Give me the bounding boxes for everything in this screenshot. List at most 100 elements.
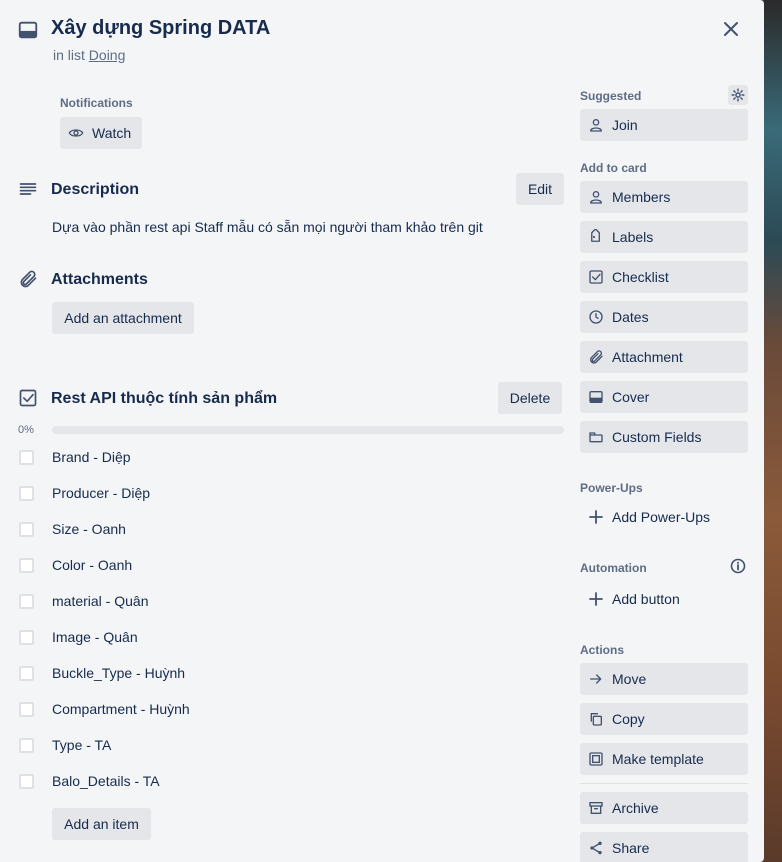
checklist-item-label[interactable]: Color - Oanh	[52, 557, 132, 573]
tag-icon	[588, 229, 604, 245]
archive-label: Archive	[612, 800, 659, 816]
checklist-item[interactable]: Compartment - Huỳnh	[0, 692, 560, 728]
in-list-text: in list Doing	[53, 47, 125, 63]
join-label: Join	[612, 117, 638, 133]
add-item-button[interactable]: Add an item	[52, 808, 151, 840]
card-title[interactable]: Xây dựng Spring DATA	[51, 17, 270, 40]
checklist-icon	[16, 386, 40, 410]
gear-icon[interactable]	[728, 85, 748, 105]
copy-label: Copy	[612, 711, 645, 727]
share-label: Share	[612, 840, 650, 856]
description-text[interactable]: Dựa vào phần rest api Staff mẫu có sẵn m…	[52, 219, 483, 235]
cover-label: Cover	[612, 389, 650, 405]
move-button[interactable]: Move	[580, 663, 748, 695]
archive-icon	[588, 800, 604, 816]
list-link[interactable]: Doing	[89, 47, 126, 63]
checklist-progress-bar	[52, 426, 564, 434]
members-button[interactable]: Members	[580, 181, 748, 213]
add-button-label: Add button	[612, 591, 680, 607]
info-icon[interactable]	[729, 557, 747, 575]
add-powerups-label: Add Power-Ups	[612, 509, 711, 525]
checklist-item-checkbox[interactable]	[19, 738, 34, 753]
checklist-item[interactable]: material - Quân	[0, 584, 560, 620]
checklist-item-label[interactable]: Type - TA	[52, 737, 111, 753]
automation-label: Automation	[580, 561, 647, 575]
checklist-title[interactable]: Rest API thuộc tính sản phẩm	[51, 390, 277, 408]
in-list-prefix: in list	[53, 47, 85, 63]
checklist-item-checkbox[interactable]	[19, 486, 34, 501]
checklist-button[interactable]: Checklist	[580, 261, 748, 293]
make-template-button[interactable]: Make template	[580, 743, 748, 775]
checklist-item-checkbox[interactable]	[19, 594, 34, 609]
checklist-item-label[interactable]: Balo_Details - TA	[52, 773, 160, 789]
person-icon	[588, 189, 604, 205]
edit-description-button[interactable]: Edit	[516, 173, 564, 205]
template-icon	[588, 751, 604, 767]
actions-divider	[580, 783, 748, 784]
card-icon	[16, 18, 40, 42]
dates-label: Dates	[612, 309, 649, 325]
add-button-button[interactable]: Add button	[580, 583, 748, 615]
members-label: Members	[612, 189, 671, 205]
checklist-item-checkbox[interactable]	[19, 558, 34, 573]
checklist-item-label[interactable]: Image - Quân	[52, 629, 138, 645]
checklist-item-checkbox[interactable]	[19, 666, 34, 681]
checklist-item-checkbox[interactable]	[19, 630, 34, 645]
paperclip-icon	[16, 267, 40, 291]
checklist-item[interactable]: Size - Oanh	[0, 512, 560, 548]
checklist-item-label[interactable]: material - Quân	[52, 593, 148, 609]
checklist-item[interactable]: Type - TA	[0, 728, 560, 764]
description-icon	[16, 177, 40, 201]
checklist-item[interactable]: Buckle_Type - Huỳnh	[0, 656, 560, 692]
checklist-item-checkbox[interactable]	[19, 450, 34, 465]
checklist-item-label[interactable]: Buckle_Type - Huỳnh	[52, 665, 185, 681]
card-detail-modal: Xây dựng Spring DATA in list Doing Notif…	[0, 0, 764, 862]
close-icon[interactable]	[716, 14, 746, 44]
attachment-label: Attachment	[612, 349, 683, 365]
checklist-item-checkbox[interactable]	[19, 522, 34, 537]
labels-button[interactable]: Labels	[580, 221, 748, 253]
powerups-label: Power-Ups	[580, 481, 643, 495]
watch-button[interactable]: Watch	[60, 117, 142, 149]
delete-checklist-button[interactable]: Delete	[498, 382, 562, 414]
custom-fields-label: Custom Fields	[612, 429, 702, 445]
add-attachment-button[interactable]: Add an attachment	[52, 302, 194, 334]
checklist-item[interactable]: Color - Oanh	[0, 548, 560, 584]
eye-icon	[68, 125, 84, 141]
custom-fields-icon	[588, 429, 604, 445]
checklist-item-label[interactable]: Size - Oanh	[52, 521, 126, 537]
share-button[interactable]: Share	[580, 832, 748, 862]
plus-icon	[588, 509, 604, 525]
add-to-card-label: Add to card	[580, 161, 647, 175]
add-powerups-button[interactable]: Add Power-Ups	[580, 501, 748, 533]
checklist-item-label[interactable]: Compartment - Huỳnh	[52, 701, 190, 717]
move-label: Move	[612, 671, 647, 687]
copy-button[interactable]: Copy	[580, 703, 748, 735]
checklist-item[interactable]: Producer - Diệp	[0, 476, 560, 512]
archive-button[interactable]: Archive	[580, 792, 748, 824]
join-button[interactable]: Join	[580, 109, 748, 141]
plus-icon	[588, 591, 604, 607]
copy-icon	[588, 711, 604, 727]
checklist-item[interactable]: Brand - Diệp	[0, 440, 560, 476]
checklist-item[interactable]: Balo_Details - TA	[0, 764, 560, 800]
custom-fields-button[interactable]: Custom Fields	[580, 421, 748, 453]
attachment-button[interactable]: Attachment	[580, 341, 748, 373]
checklist-item[interactable]: Image - Quân	[0, 620, 560, 656]
paperclip-icon	[588, 349, 604, 365]
checklist-item-label[interactable]: Brand - Diệp	[52, 449, 131, 465]
suggested-label: Suggested	[580, 89, 642, 103]
person-icon	[588, 117, 604, 133]
clock-icon	[588, 309, 604, 325]
dates-button[interactable]: Dates	[580, 301, 748, 333]
checklist-item-checkbox[interactable]	[19, 702, 34, 717]
notifications-label: Notifications	[60, 96, 133, 110]
arrow-right-icon	[588, 671, 604, 687]
checklist-item-checkbox[interactable]	[19, 774, 34, 789]
attachments-title: Attachments	[51, 271, 148, 288]
checklist-item-label[interactable]: Producer - Diệp	[52, 485, 150, 501]
checklist-icon	[588, 269, 604, 285]
cover-button[interactable]: Cover	[580, 381, 748, 413]
labels-label: Labels	[612, 229, 654, 245]
watch-label: Watch	[92, 125, 132, 141]
